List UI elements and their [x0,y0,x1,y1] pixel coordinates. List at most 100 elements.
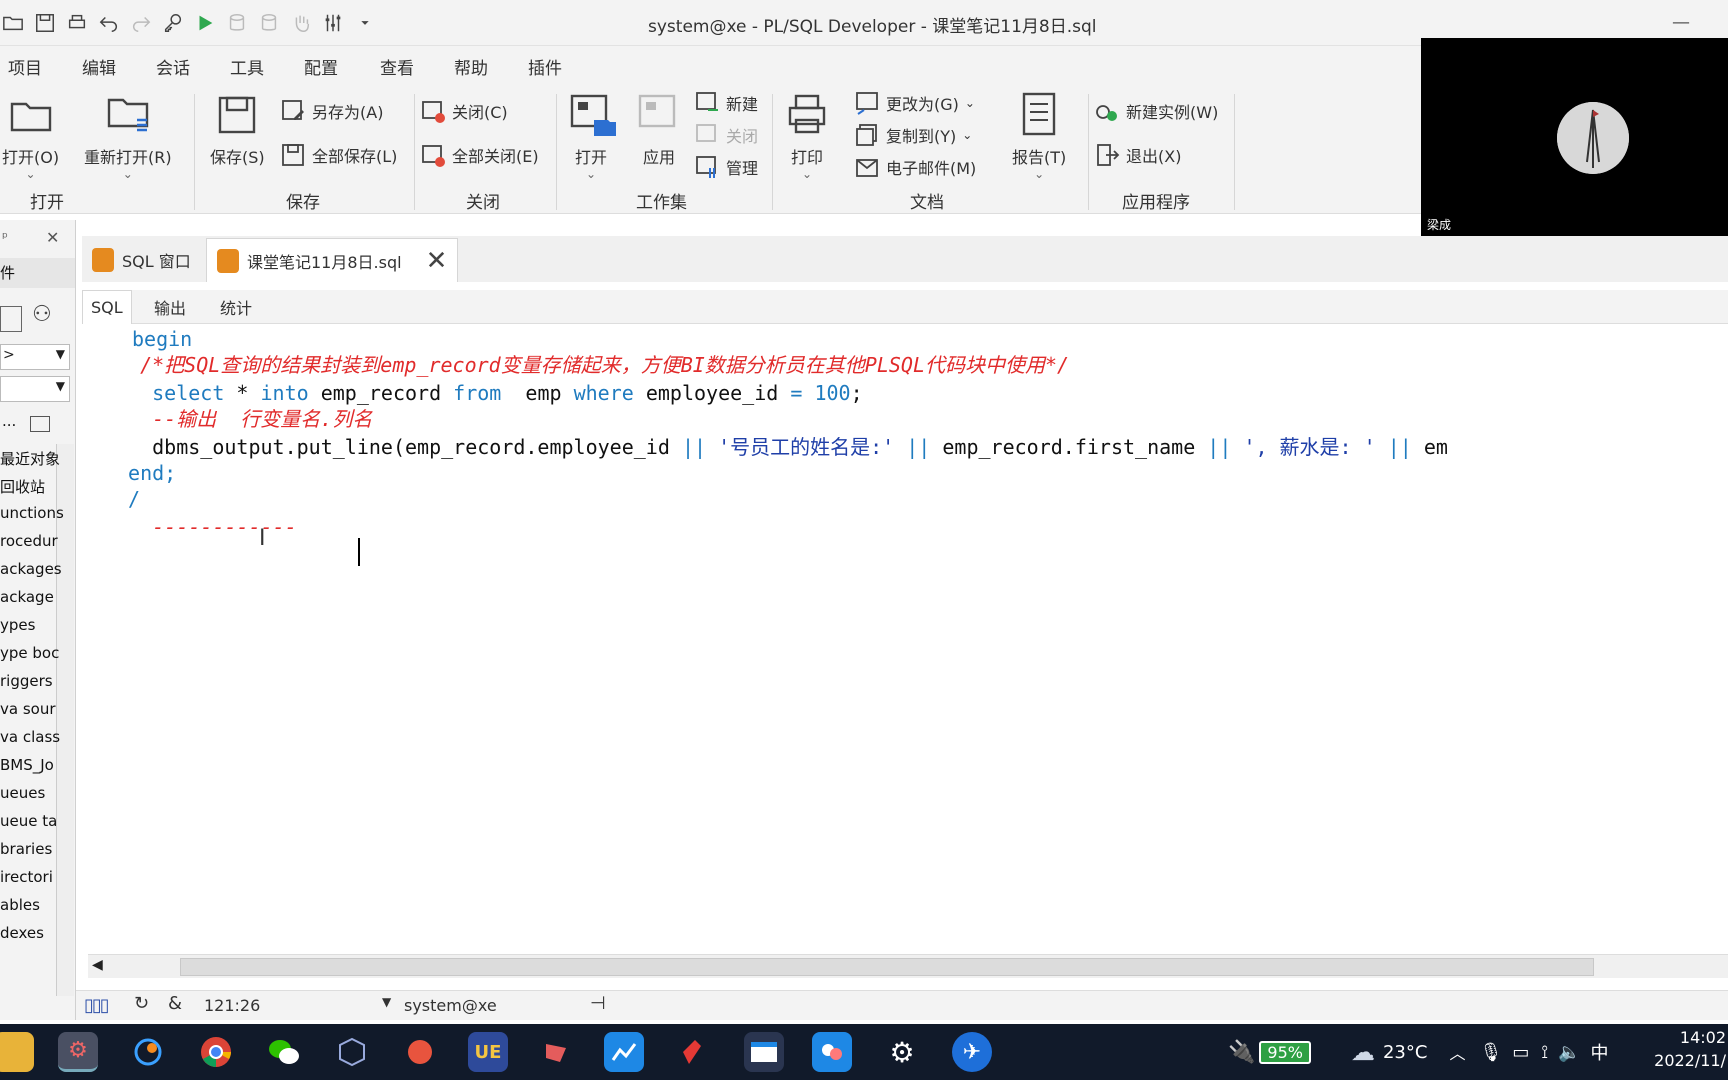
settings-sliders-icon[interactable] [320,10,346,36]
copy-to-button[interactable]: 复制到(Y) ⌄ [854,122,972,148]
tab-notes-sql[interactable]: 课堂笔记11月8日.sql ✕ [206,238,459,282]
commit-icon[interactable] [224,10,250,36]
menu-help[interactable]: 帮助 [454,54,488,79]
execute-icon[interactable] [192,10,218,36]
virtualbox-icon[interactable] [332,1032,372,1072]
menu-plugins[interactable]: 插件 [528,54,562,79]
menu-tools[interactable]: 工具 [230,54,264,79]
volume-icon[interactable]: 🔈 [1558,1042,1580,1063]
tree-item[interactable]: BMS_Jo [0,756,54,774]
tree-item[interactable]: ueues [0,784,45,802]
menu-config[interactable]: 配置 [304,54,338,79]
filter-dropdown[interactable]: > ▼ [0,344,70,370]
tree-item[interactable]: va class [0,728,60,746]
power-plug-icon[interactable]: 🔌 [1228,1040,1255,1065]
scrollbar-thumb[interactable] [180,958,1594,976]
tree-item[interactable]: 最近对象 [0,448,60,469]
reopen-button[interactable]: 重新打开(R) ⌄ [84,90,172,180]
redo-icon[interactable] [128,10,154,36]
wifi-icon[interactable]: ⟟ [1541,1042,1548,1063]
workset-open-button[interactable]: 打开 ⌄ [566,90,616,180]
minimize-button[interactable]: — [1672,12,1694,33]
show-hidden-icons-icon[interactable]: ︿ [1449,1040,1465,1064]
tree-item[interactable]: va sour [0,700,56,718]
break-icon[interactable] [288,10,314,36]
weather-cloud-icon[interactable]: ☁ [1351,1038,1375,1066]
change-to-button[interactable]: 更改为(G) ⌄ [854,90,975,116]
tree-item[interactable]: 回收站 [0,476,45,497]
snail-app-icon[interactable] [400,1032,440,1072]
ultraedit-icon[interactable]: UE [468,1032,508,1072]
workset-manage-button[interactable]: 管理 [694,154,758,180]
tree-item[interactable]: unctions [0,504,64,522]
find-icon[interactable]: ⚇ [32,302,52,327]
plsql-developer-icon[interactable]: ⚙ [58,1032,98,1072]
window-list-icon[interactable]: ▯▯▯ [84,995,110,1016]
window-app-icon[interactable] [744,1032,784,1072]
menu-view[interactable]: 查看 [380,54,414,79]
more-button[interactable]: ... [2,412,16,430]
cloud-drive-icon[interactable] [812,1032,852,1072]
workset-apply-button[interactable]: 应用 [634,90,684,168]
tree-item[interactable]: ypes [0,616,35,634]
refresh-icon[interactable]: ↻ [134,993,149,1014]
navigation-app-icon[interactable]: ✈ [952,1032,992,1072]
email-button[interactable]: 电子邮件(M) [854,154,976,180]
workset-new-button[interactable]: 新建 [694,90,758,116]
close-icon[interactable]: ✕ [426,246,448,276]
tab-sql-window[interactable]: SQL 窗口 [82,238,201,282]
pin-icon[interactable]: ⊣ [590,993,606,1014]
tab-output[interactable]: 输出 [146,290,194,324]
save-icon[interactable] [32,10,58,36]
close-all-button[interactable]: 全部关闭(E) [420,142,539,168]
menu-edit[interactable]: 编辑 [82,54,116,79]
settings-gear-icon[interactable]: ⚙ [882,1032,922,1072]
print-icon[interactable] [64,10,90,36]
sql-editor[interactable]: begin /*把SQL查询的结果封装到emp_record变量存储起来，方便B… [88,326,1728,954]
microphone-icon[interactable]: 🎙 [1479,1042,1502,1063]
save-all-button[interactable]: 全部保存(L) [280,142,397,168]
rollback-icon[interactable] [256,10,282,36]
window-list-icon[interactable] [30,416,50,432]
navicat-icon[interactable] [536,1032,576,1072]
menu-session[interactable]: 会话 [156,54,190,79]
owner-dropdown[interactable]: ▼ [0,376,70,402]
tab-sql[interactable]: SQL [82,290,132,324]
clock[interactable]: 14:02 2022/11/ [1654,1028,1726,1070]
open-button[interactable]: 打开(O) ⌄ [2,90,59,180]
temperature-label[interactable]: 23°C [1383,1042,1427,1063]
chrome-icon[interactable] [196,1032,236,1072]
key-icon[interactable] [160,10,186,36]
exit-button[interactable]: 退出(X) [1094,142,1181,168]
tree-item[interactable]: ables [0,896,40,914]
close-button[interactable]: 关闭(C) [420,98,508,124]
tree-item[interactable]: riggers [0,672,53,690]
save-button[interactable]: 保存(S) [210,90,265,168]
eclipse-icon[interactable] [128,1032,168,1072]
tree-scrollbar[interactable] [56,444,74,996]
tree-item[interactable]: ackages [0,560,62,578]
tree-item[interactable]: dexes [0,924,44,942]
new-instance-button[interactable]: 新建实例(W) [1094,98,1218,124]
battery-indicator[interactable]: 95% [1259,1040,1311,1064]
report-button[interactable]: 报告(T) ⌄ [1012,90,1066,180]
undo-icon[interactable] [96,10,122,36]
menu-project[interactable]: 项目 [8,54,42,79]
collapse-icon[interactable] [0,306,22,332]
chevron-down-icon[interactable]: ▼ [382,995,391,1009]
scroll-left-icon[interactable]: ◀ [92,957,103,973]
ampersand-icon[interactable]: & [168,993,182,1014]
tree-item[interactable]: braries [0,840,52,858]
customize-dropdown-icon[interactable] [352,10,378,36]
red-app-icon[interactable] [672,1032,712,1072]
tree-item[interactable]: irectori [0,868,53,886]
tree-item[interactable]: rocedur [0,532,58,550]
open-folder-icon[interactable] [0,10,26,36]
wechat-icon[interactable] [264,1032,304,1072]
print-button[interactable]: 打印 ⌄ [782,90,832,180]
pin-icon[interactable]: ᵖ [2,230,8,246]
ime-indicator[interactable]: 中 [1590,1039,1608,1065]
close-icon[interactable]: ✕ [46,228,59,247]
file-explorer-icon[interactable] [0,1032,34,1072]
tab-statistics[interactable]: 统计 [212,290,260,324]
